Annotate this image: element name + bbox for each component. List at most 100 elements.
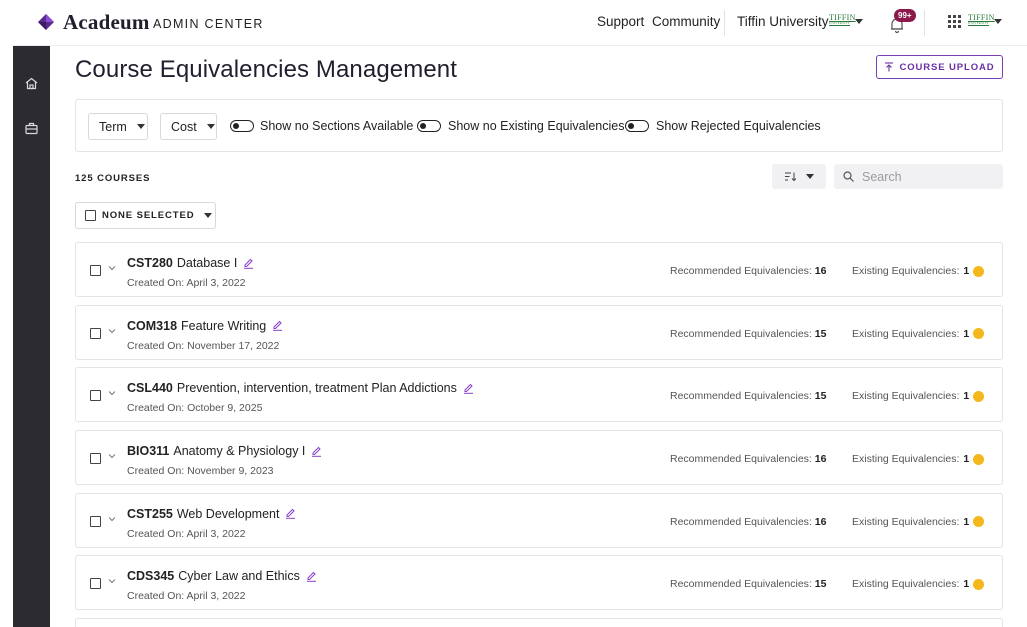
toggle-no-existing[interactable] [417, 120, 441, 132]
brand-name[interactable]: Acadeum [63, 10, 150, 35]
course-list: CST280 Database I Created On: April 3, 2… [75, 242, 1003, 627]
briefcase-icon[interactable] [24, 121, 39, 136]
existing-label: Existing Equivalencies: [852, 265, 960, 277]
notification-badge[interactable]: 99+ [894, 9, 916, 22]
row-checkbox[interactable] [90, 390, 101, 402]
existing-equivalencies: Existing Equivalencies: 1 [852, 265, 985, 277]
community-link[interactable]: Community [652, 14, 720, 29]
support-link[interactable]: Support [597, 14, 644, 29]
existing-count: 1 [963, 578, 970, 591]
course-code: CST255 [127, 506, 173, 521]
created-date: Created On: April 3, 2022 [127, 277, 246, 289]
course-count: 125 COURSES [75, 173, 151, 184]
chevron-down-icon[interactable] [108, 389, 116, 397]
course-row[interactable]: CST255 Web Development Created On: April… [75, 492, 1003, 548]
institution-name[interactable]: Tiffin University [737, 14, 829, 29]
toggle-no-sections[interactable] [230, 120, 254, 132]
pencil-icon[interactable] [306, 571, 317, 582]
course-row[interactable]: CDS345 Cyber Law and Ethics Created On: … [75, 555, 1003, 611]
pencil-icon[interactable] [272, 320, 283, 331]
course-row[interactable]: COM318 Feature Writing Created On: Novem… [75, 304, 1003, 360]
existing-label: Existing Equivalencies: [852, 578, 960, 591]
divider [924, 10, 925, 36]
recommended-label: Recommended Equivalencies: [670, 578, 812, 591]
recommended-count: 16 [814, 265, 827, 277]
home-icon[interactable] [24, 76, 39, 91]
recommended-count: 16 [814, 453, 827, 466]
row-checkbox[interactable] [90, 453, 101, 465]
created-date: Created On: October 9, 2025 [127, 402, 263, 415]
course-row[interactable]: BIO311 Anatomy & Physiology I Created On… [75, 430, 1003, 486]
row-checkbox[interactable] [90, 515, 101, 527]
row-checkbox[interactable] [90, 327, 101, 339]
created-date: Created On: April 3, 2022 [127, 590, 246, 603]
course-title: CST280 Database I [127, 256, 254, 270]
term-dropdown[interactable]: Term [88, 113, 148, 140]
existing-equivalencies: Existing Equivalencies: 1 [852, 327, 985, 340]
chevron-down-icon[interactable] [108, 264, 116, 272]
recommended-equivalencies: Recommended Equivalencies: 15 [670, 578, 826, 590]
recommended-label: Recommended Equivalencies: [670, 453, 812, 466]
select-all-checkbox[interactable] [85, 210, 96, 221]
warning-dot-icon [973, 578, 985, 590]
chevron-down-icon[interactable] [108, 327, 116, 335]
selection-dropdown[interactable]: NONE SELECTED [75, 202, 216, 229]
recommended-label: Recommended Equivalencies: [670, 390, 812, 403]
toggle-no-existing-label: Show no Existing Equivalencies [448, 119, 625, 133]
course-upload-button[interactable]: COURSE UPLOAD [876, 55, 1003, 79]
recommended-count: 15 [814, 390, 827, 403]
recommended-count: 15 [814, 327, 827, 340]
account-logo[interactable]: TIFFIN UNIVERSITY [968, 14, 995, 26]
chevron-down-icon [805, 174, 814, 179]
toggle-rejected-label: Show Rejected Equivalencies [656, 119, 821, 133]
existing-count: 1 [963, 390, 970, 403]
acadeum-logo-icon[interactable] [36, 13, 56, 31]
course-row-partial[interactable] [75, 618, 1003, 627]
toggle-rejected[interactable] [625, 120, 649, 132]
sort-icon [784, 172, 796, 181]
search-box[interactable] [834, 164, 1003, 189]
pencil-icon[interactable] [311, 446, 322, 457]
page-title: Course Equivalencies Management [75, 56, 457, 83]
created-date: Created On: April 3, 2022 [127, 527, 246, 540]
apps-grid-icon[interactable] [948, 15, 961, 28]
course-name: Anatomy & Physiology I [173, 444, 306, 459]
pencil-icon[interactable] [243, 258, 254, 269]
course-row[interactable]: CSL440 Prevention, intervention, treatme… [75, 367, 1003, 423]
existing-count: 1 [963, 453, 970, 466]
recommended-label: Recommended Equivalencies: [670, 515, 812, 528]
chevron-down-icon[interactable] [108, 577, 116, 585]
toggle-no-sections-label: Show no Sections Available [260, 119, 414, 133]
chevron-down-icon[interactable] [108, 515, 116, 523]
recommended-count: 16 [814, 515, 827, 528]
course-code: BIO311 [127, 444, 170, 459]
existing-label: Existing Equivalencies: [852, 327, 960, 340]
row-checkbox[interactable] [90, 578, 101, 590]
course-name: Feature Writing [181, 318, 267, 333]
account-caret-icon[interactable] [994, 19, 1002, 24]
course-row[interactable]: CST280 Database I Created On: April 3, 2… [75, 242, 1003, 297]
institution-logo[interactable]: TIFFIN UNIVERSITY [829, 14, 856, 26]
course-title: CST255 Web Development [127, 507, 296, 521]
warning-dot-icon [973, 328, 985, 340]
existing-count: 1 [963, 515, 970, 528]
chevron-down-icon[interactable] [108, 452, 116, 460]
brand-subtitle: ADMIN CENTER [153, 17, 264, 31]
existing-label: Existing Equivalencies: [852, 515, 960, 528]
warning-dot-icon [973, 265, 985, 277]
window-edge [0, 0, 13, 627]
created-date: Created On: November 17, 2022 [127, 339, 280, 352]
search-input[interactable] [862, 169, 992, 184]
institution-caret-icon[interactable] [855, 19, 863, 24]
row-checkbox[interactable] [90, 265, 101, 276]
course-code: CST280 [127, 256, 173, 270]
pencil-icon[interactable] [285, 508, 296, 520]
sort-button[interactable] [772, 164, 826, 189]
chevron-down-icon [206, 124, 215, 129]
course-title: COM318 Feature Writing [127, 319, 283, 333]
chevron-down-icon [204, 213, 213, 218]
cost-dropdown[interactable]: Cost [160, 113, 217, 140]
chevron-down-icon [136, 124, 145, 129]
course-title: CSL440 Prevention, intervention, treatme… [127, 381, 474, 395]
pencil-icon[interactable] [463, 383, 474, 394]
